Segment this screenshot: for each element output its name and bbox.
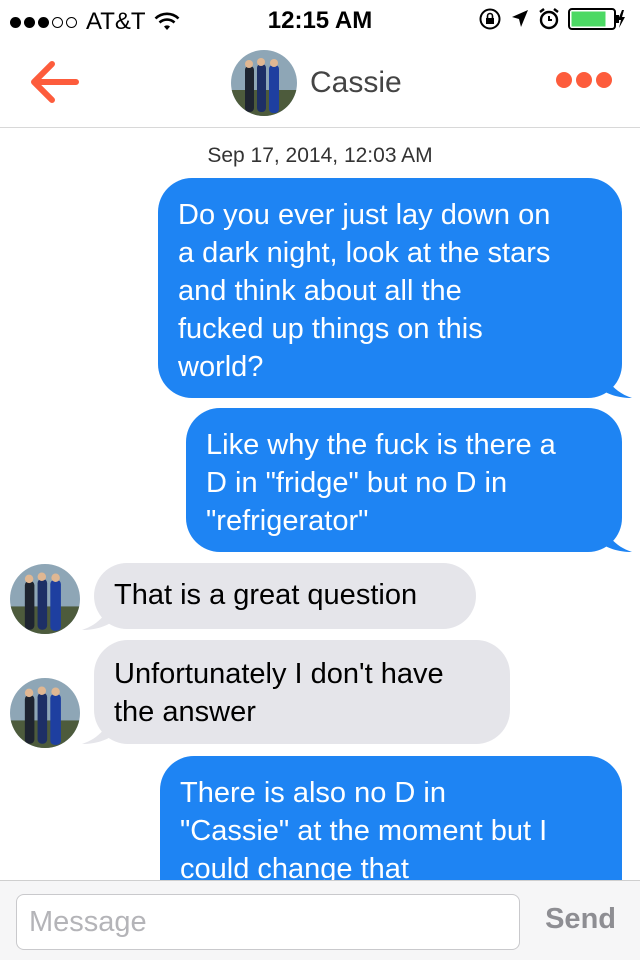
incoming-message: That is a great question [94,563,476,629]
message-field-container[interactable] [16,894,520,950]
sender-avatar[interactable] [10,564,80,634]
send-button[interactable]: Send [545,903,616,936]
incoming-message: Unfortunately I don't have the answer [94,640,510,744]
message-input[interactable] [17,895,519,949]
message-text: There is also no D in "Cassie" at the mo… [180,777,548,885]
rotation-lock-icon [479,8,501,30]
more-options-icon[interactable] [552,72,612,88]
message-text: Like why the fuck is there a D in "fridg… [206,429,556,537]
status-right [470,7,626,31]
bubble-tail [600,366,632,398]
bubble-tail [82,598,114,630]
message-text: Do you ever just lay down on a dark nigh… [178,199,551,383]
conversation-timestamp: Sep 17, 2014, 12:03 AM [207,144,433,167]
outgoing-message: Like why the fuck is there a D in "fridg… [186,408,622,552]
outgoing-message: Do you ever just lay down on a dark nigh… [158,178,622,398]
status-bar: AT&T 12:15 AM [0,0,640,40]
sender-avatar[interactable] [10,678,80,748]
contact-name[interactable]: Cassie [310,66,402,100]
location-arrow-icon [512,10,528,27]
battery-icon [568,8,625,30]
contact-avatar[interactable] [231,50,297,116]
back-arrow-icon[interactable] [28,60,80,104]
message-text: Unfortunately I don't have the answer [114,658,444,728]
bubble-tail [82,712,114,744]
message-input-bar: Send [0,880,640,960]
bubble-tail [600,520,632,552]
alarm-icon [539,8,559,30]
nav-bar: Cassie [0,40,640,128]
message-text: That is a great question [114,579,418,611]
